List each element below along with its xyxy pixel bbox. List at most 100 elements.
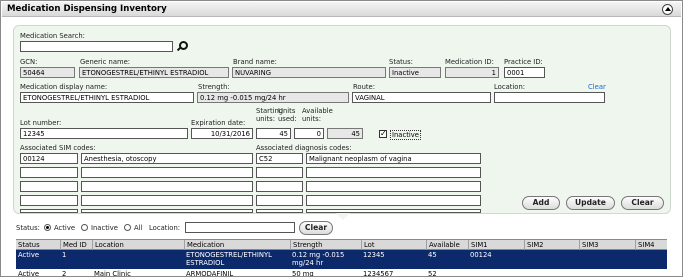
column-header-med-id[interactable]: Med ID [60, 240, 92, 250]
expiration-date-label: Expiration date: [191, 119, 246, 127]
cell-status: Active [18, 251, 40, 259]
units-used-label-2: used: [278, 115, 297, 123]
lot-number-input[interactable]: 12345 [20, 128, 188, 139]
medication-search-input[interactable] [20, 41, 173, 52]
table-row[interactable]: Active 1 ETONOGESTREL/ETHINYL ESTRADIOL … [16, 250, 667, 269]
units-used-label-1: Units [278, 107, 296, 115]
medication-id-label: Medication ID: [445, 58, 494, 66]
available-units-field: 45 [327, 128, 363, 139]
panel-pointer [336, 213, 350, 220]
filter-inactive-label: Inactive [91, 224, 118, 232]
table-row[interactable]: Active 2 Main Clinic ARMODAFINIL 50 mg 1… [16, 269, 667, 277]
column-header-strength[interactable]: Strength [290, 240, 361, 250]
sim-desc-input[interactable] [81, 181, 253, 192]
diagnosis-codes-label: Associated diagnosis codes: [256, 144, 352, 152]
search-label: Medication Search: [20, 32, 85, 40]
cell-location: Main Clinic [94, 270, 131, 277]
cell-medication: ARMODAFINIL [186, 270, 234, 277]
cell-lot: 12345 [363, 251, 385, 259]
sim-code-input[interactable] [20, 195, 78, 206]
cell-med-id: 1 [62, 251, 67, 259]
cell-sim1 [468, 269, 472, 271]
sim-codes-label: Associated SIM codes: [20, 144, 96, 152]
cell-location [92, 250, 96, 252]
filter-clear-button[interactable]: Clear [299, 221, 333, 235]
filter-all-radio[interactable] [124, 224, 131, 231]
cell-medication: ETONOGESTREL/ETHINYL ESTRADIOL [186, 251, 272, 267]
units-used-input[interactable]: 0 [294, 128, 324, 139]
column-header-lot[interactable]: Lot [361, 240, 426, 250]
form-clear-button[interactable]: Clear [621, 196, 664, 210]
update-button[interactable]: Update [566, 196, 615, 210]
practice-id-label: Practice ID: [504, 58, 543, 66]
sim-desc-input[interactable]: Anesthesia, otoscopy [81, 153, 253, 164]
strength-label: Strength: [198, 83, 230, 91]
diagnosis-desc-input[interactable] [306, 209, 481, 213]
column-header-sim3[interactable]: SIM3 [579, 240, 635, 250]
filter-inactive-radio[interactable] [81, 224, 88, 231]
cell-strength: 0.12 mg -0.015 mg/24 hr [292, 251, 345, 267]
starting-units-label-2: units: [256, 115, 276, 123]
add-button[interactable]: Add [522, 196, 560, 210]
route-input[interactable]: VAGINAL [352, 92, 491, 103]
column-header-sim1[interactable]: SIM1 [468, 240, 524, 250]
inactive-checkbox[interactable] [379, 129, 387, 138]
medication-dispensing-window: Medication Dispensing Inventory Medicati… [0, 0, 683, 277]
diagnosis-desc-input[interactable] [306, 181, 481, 192]
display-name-input[interactable]: ETONOGESTREL/ETHINYL ESTRADIOL [20, 92, 194, 103]
diagnosis-desc-input[interactable] [306, 167, 481, 178]
column-header-sim4[interactable]: SIM4 [635, 240, 667, 250]
cell-available: 45 [428, 251, 437, 259]
sim-code-input[interactable] [20, 167, 78, 178]
column-header-location[interactable]: Location [92, 240, 184, 250]
generic-name-field: ETONOGESTREL/ETHINYL ESTRADIOL [79, 67, 229, 78]
cell-med-id: 2 [62, 270, 67, 277]
location-clear-link[interactable]: Clear [588, 83, 606, 91]
sim-code-input[interactable] [20, 209, 78, 213]
sim-desc-input[interactable] [81, 209, 253, 213]
column-header-status[interactable]: Status [16, 240, 60, 250]
diagnosis-desc-input[interactable]: Malignant neoplasm of vagina [306, 153, 481, 164]
status-label: Status: [389, 58, 413, 66]
diagnosis-code-input[interactable]: C52 [256, 153, 303, 164]
inventory-table-header: Status Med ID Location Medication Streng… [16, 239, 667, 250]
cell-strength: 50 mg [292, 270, 314, 277]
diagnosis-desc-input[interactable] [306, 195, 481, 206]
route-label: Route: [353, 83, 376, 91]
diagnosis-code-input[interactable] [256, 181, 303, 192]
column-header-medication[interactable]: Medication [184, 240, 290, 250]
sim-code-input[interactable]: 00124 [20, 153, 78, 164]
strength-field: 0.12 mg -0.015 mg/24 hr [197, 92, 349, 103]
starting-units-input[interactable]: 45 [256, 128, 291, 139]
filter-active-radio[interactable] [44, 224, 51, 231]
filter-location-input[interactable] [185, 222, 295, 233]
diagnosis-code-input[interactable] [256, 209, 303, 213]
inactive-checkbox-label[interactable]: Inactive [390, 130, 421, 140]
location-input[interactable] [494, 92, 605, 103]
display-name-label: Medication display name: [20, 83, 108, 91]
sim-desc-input[interactable] [81, 167, 253, 178]
filter-active-label: Active [54, 224, 76, 232]
search-icon[interactable] [177, 41, 188, 52]
diagnosis-code-input[interactable] [256, 195, 303, 206]
column-header-sim2[interactable]: SIM2 [524, 240, 579, 250]
location-label: Location: [494, 83, 526, 91]
filter-status-label: Status: [16, 224, 40, 232]
lot-number-label: Lot number: [20, 119, 62, 127]
filter-all-label: All [134, 224, 143, 232]
expiration-date-input[interactable]: 10/31/2016 [191, 128, 253, 139]
medication-id-field: 1 [445, 67, 499, 78]
sim-code-input[interactable] [20, 181, 78, 192]
collapse-up-icon[interactable] [662, 4, 673, 15]
sim-desc-input[interactable] [81, 195, 253, 206]
status-field: Inactive [389, 67, 441, 78]
column-header-available[interactable]: Available [426, 240, 468, 250]
practice-id-input[interactable]: 0001 [504, 67, 545, 78]
gcn-label: GCN: [20, 58, 38, 66]
window-title: Medication Dispensing Inventory [7, 4, 167, 14]
generic-name-label: Generic name: [80, 58, 131, 66]
filter-location-label: Location: [149, 224, 181, 232]
cell-sim1: 00124 [470, 251, 492, 259]
diagnosis-code-input[interactable] [256, 167, 303, 178]
cell-lot: 1234567 [363, 270, 394, 277]
